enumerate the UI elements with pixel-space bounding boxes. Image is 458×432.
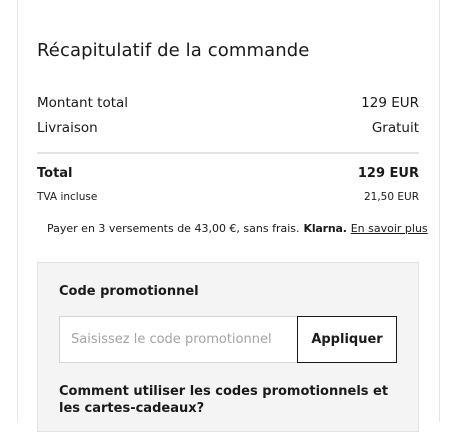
total-label: Total: [37, 166, 73, 181]
promo-help-title[interactable]: Comment utiliser les codes promotionnels…: [59, 383, 399, 417]
klarna-text: Payer en 3 versements de 43,00 €, sans f…: [47, 222, 300, 235]
subtotal-row: Montant total 129 EUR: [37, 95, 419, 111]
subtotal-label: Montant total: [37, 95, 129, 111]
shipping-row: Livraison Gratuit: [37, 120, 419, 136]
vat-row: TVA incluse 21,50 EUR: [37, 191, 419, 203]
summary-divider: [37, 152, 419, 154]
klarna-installments: Payer en 3 versements de 43,00 €, sans f…: [47, 222, 428, 235]
klarna-learn-more-link[interactable]: En savoir plus: [351, 222, 428, 235]
apply-promo-button[interactable]: Appliquer: [297, 316, 397, 363]
subtotal-value: 129 EUR: [361, 95, 419, 111]
vat-value: 21,50 EUR: [363, 191, 419, 203]
shipping-value: Gratuit: [371, 120, 419, 136]
shipping-label: Livraison: [37, 120, 98, 136]
klarna-logo: Klarna.: [303, 222, 347, 235]
promo-code-title: Code promotionnel: [59, 284, 199, 299]
vat-label: TVA incluse: [37, 191, 98, 203]
promo-code-input[interactable]: [59, 316, 298, 363]
order-summary-title: Récapitulatif de la commande: [37, 40, 310, 61]
total-row: Total 129 EUR: [37, 166, 419, 181]
total-value: 129 EUR: [357, 166, 419, 181]
